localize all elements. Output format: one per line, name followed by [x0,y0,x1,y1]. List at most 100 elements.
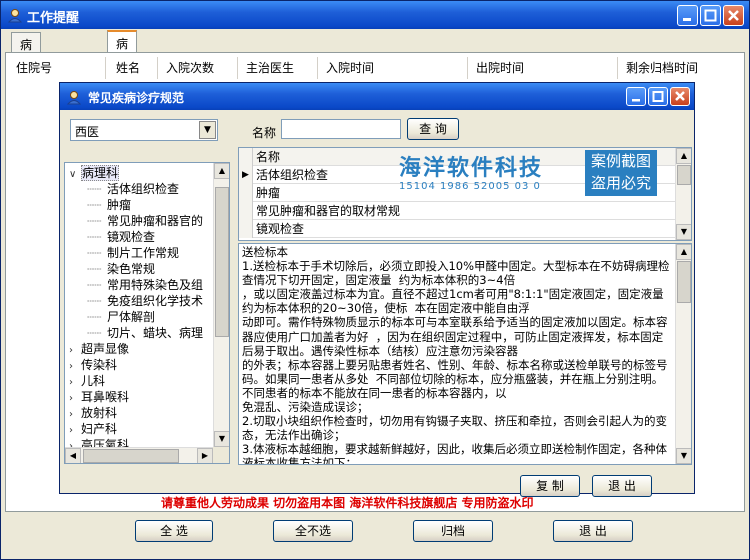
tree-item-label: 常见肿瘤和器官的 [107,214,204,228]
scroll-thumb[interactable] [83,449,179,463]
maximize-icon [652,91,664,102]
department-tree[interactable]: ∨ 病理科 ┄┄ 活体组织检查 ┄┄ 肿瘤 ┄┄ 常见肿瘤和器官的 ┄┄ 镜观检查 ┄┄ 制片工作常规… [64,162,230,464]
dialog-title-bar: 常见疾病诊疗规范 [60,83,694,110]
guideline-detail-text[interactable]: 送检标本 1.送检标本于手术切除后，必须立即投入10%甲醛中固定。大型标本在不妨… [238,243,692,465]
column-header[interactable]: 住院号 [8,57,106,79]
row-indicator [239,220,253,238]
query-button[interactable]: 查 询 [407,118,459,140]
chevron-down-icon[interactable]: ▼ [199,121,216,139]
tree-item[interactable]: › 儿科 [69,373,105,389]
dialog-maximize-button[interactable] [648,87,668,106]
tree-item-label: 耳鼻喉科 [81,390,130,404]
close-button[interactable] [723,5,744,26]
chevron-down-icon[interactable]: ∨ [69,167,81,183]
scroll-left-icon[interactable]: ◀ [65,448,81,463]
column-header[interactable]: 姓名 [108,57,158,79]
tree-item[interactable]: › 妇产科 [69,421,117,437]
column-header[interactable]: 出院时间 [468,57,618,79]
column-header[interactable]: 入院时间 [318,57,468,79]
table-row[interactable]: 镜观检查 [239,220,677,238]
watermark-side: 案例截图 盗用必究 [585,150,657,196]
clinical-guideline-dialog: 常见疾病诊疗规范 西医 ▼ 名称 查 询 ∨ 病理科 ┄┄ 活体组织检查 ┄┄ 肿瘤 ┄┄ 常… [59,82,695,497]
column-header[interactable]: 主治医生 [238,57,318,79]
scroll-thumb[interactable] [215,187,229,337]
scroll-right-icon[interactable]: ▶ [197,448,213,463]
minimize-icon [632,99,640,102]
tab-record-archive[interactable]: 病历归档提醒 [107,30,138,136]
dialog-app-icon [66,91,82,105]
scroll-down-icon[interactable]: ▼ [676,224,691,240]
scroll-up-icon[interactable]: ▲ [214,163,229,179]
tree-item-label: 传染科 [81,358,118,372]
tree-horizontal-scrollbar[interactable]: ◀ ▶ [65,447,213,463]
grid-cell-name: 常见肿瘤和器官的取材常规 [256,204,401,218]
column-header[interactable]: 入院次数 [158,57,238,79]
grid-vertical-scrollbar[interactable]: ▲ ▼ [675,148,691,240]
title-bar: 工作提醒 [1,1,749,29]
name-label: 名称 [252,126,277,140]
table-row[interactable]: 常见肿瘤和器官的取材常规 [239,202,677,220]
close-icon [675,91,685,101]
tree-item[interactable]: ┄┄ 常见肿瘤和器官的 [87,213,203,229]
tree-item[interactable]: ┄┄ 制片工作常规 [87,245,179,261]
maximize-button[interactable] [700,5,721,26]
scroll-thumb[interactable] [677,261,691,303]
tree-connector-icon: ┄┄ [87,246,102,260]
row-indicator [239,202,253,220]
tree-vertical-scrollbar[interactable]: ▲ ▼ [213,163,229,447]
row-indicator [239,184,253,202]
tree-connector-icon: ┄┄ [87,230,102,244]
tree-item-label: 妇产科 [81,422,118,436]
name-search-input[interactable] [281,119,401,139]
tree-item[interactable]: › 放射科 [69,405,117,421]
minimize-icon [683,18,691,21]
tree-item[interactable]: ┄┄ 常用特殊染色及组 [87,277,203,293]
tree-item[interactable]: ┄┄ 切片、蜡块、病理 [87,325,203,341]
tree-item-label: 病理科 [81,165,120,181]
deselect-all-button[interactable]: 全不选 [273,520,353,542]
dialog-title: 常见疾病诊疗规范 [88,91,185,105]
detail-body: 送检标本 1.送检标本于手术切除后，必须立即投入10%甲醛中固定。大型标本在不妨… [242,245,670,465]
tree-item-label: 镜观检查 [107,230,156,244]
scroll-up-icon[interactable]: ▲ [676,148,691,164]
archive-button[interactable]: 归档 [413,520,493,542]
tree-item[interactable]: › 传染科 [69,357,117,373]
tree-item[interactable]: ┄┄ 免疫组织化学技术 [87,293,203,309]
tree-item[interactable]: › 超声显像 [69,341,129,357]
grid-cell-name: 活体组织检查 [256,168,329,182]
tree-connector-icon: ┄┄ [87,214,102,228]
scroll-up-icon[interactable]: ▲ [676,244,691,260]
exit-button[interactable]: 退 出 [553,520,633,542]
tree-connector-icon: ┄┄ [87,326,102,340]
tree-item[interactable]: › 耳鼻喉科 [69,389,129,405]
column-header[interactable]: 剩余归档时间 [618,57,742,79]
tree-item[interactable]: ∨ 病理科 [69,165,120,183]
category-select[interactable]: 西医 ▼ [70,119,218,141]
grid-cell-name: 肿瘤 [256,186,281,200]
minimize-button[interactable] [677,5,698,26]
tree-item-label: 染色常规 [107,262,156,276]
tree-item[interactable]: ┄┄ 肿瘤 [87,197,131,213]
tree-item[interactable]: ┄┄ 镜观检查 [87,229,155,245]
tab-record-writing[interactable]: 病历书写提醒 [11,32,42,137]
category-select-value: 西医 [75,125,100,139]
current-row-icon: ▶ [239,166,253,184]
tree-item[interactable]: ┄┄ 尸体解剖 [87,309,155,325]
dialog-exit-button[interactable]: 退 出 [592,475,652,497]
guideline-grid[interactable]: 名称 ▶ 活体组织检查 肿瘤 常见肿瘤和器官的取材常规 镜观检查 ▲ ▼ 海洋软… [238,147,692,241]
tree-item[interactable]: ┄┄ 染色常规 [87,261,155,277]
row-indicator [239,148,253,166]
window-title: 工作提醒 [27,11,80,26]
scroll-down-icon[interactable]: ▼ [676,448,691,464]
grid-header-name[interactable]: 名称 [256,148,280,166]
tree-item[interactable]: ┄┄ 活体组织检查 [87,181,179,197]
tree-item-label: 放射科 [81,406,118,420]
detail-vertical-scrollbar[interactable]: ▲ ▼ [675,244,691,464]
select-all-button[interactable]: 全 选 [135,520,213,542]
dialog-close-button[interactable] [670,87,690,106]
scroll-down-icon[interactable]: ▼ [214,431,229,447]
scroll-thumb[interactable] [677,165,691,185]
dialog-minimize-button[interactable] [626,87,646,106]
tree-item-label: 活体组织检查 [107,182,180,196]
watermark-logo: 海洋软件科技 15104 1986 52005 03 0 案例截图 盗用必究 [399,150,659,200]
